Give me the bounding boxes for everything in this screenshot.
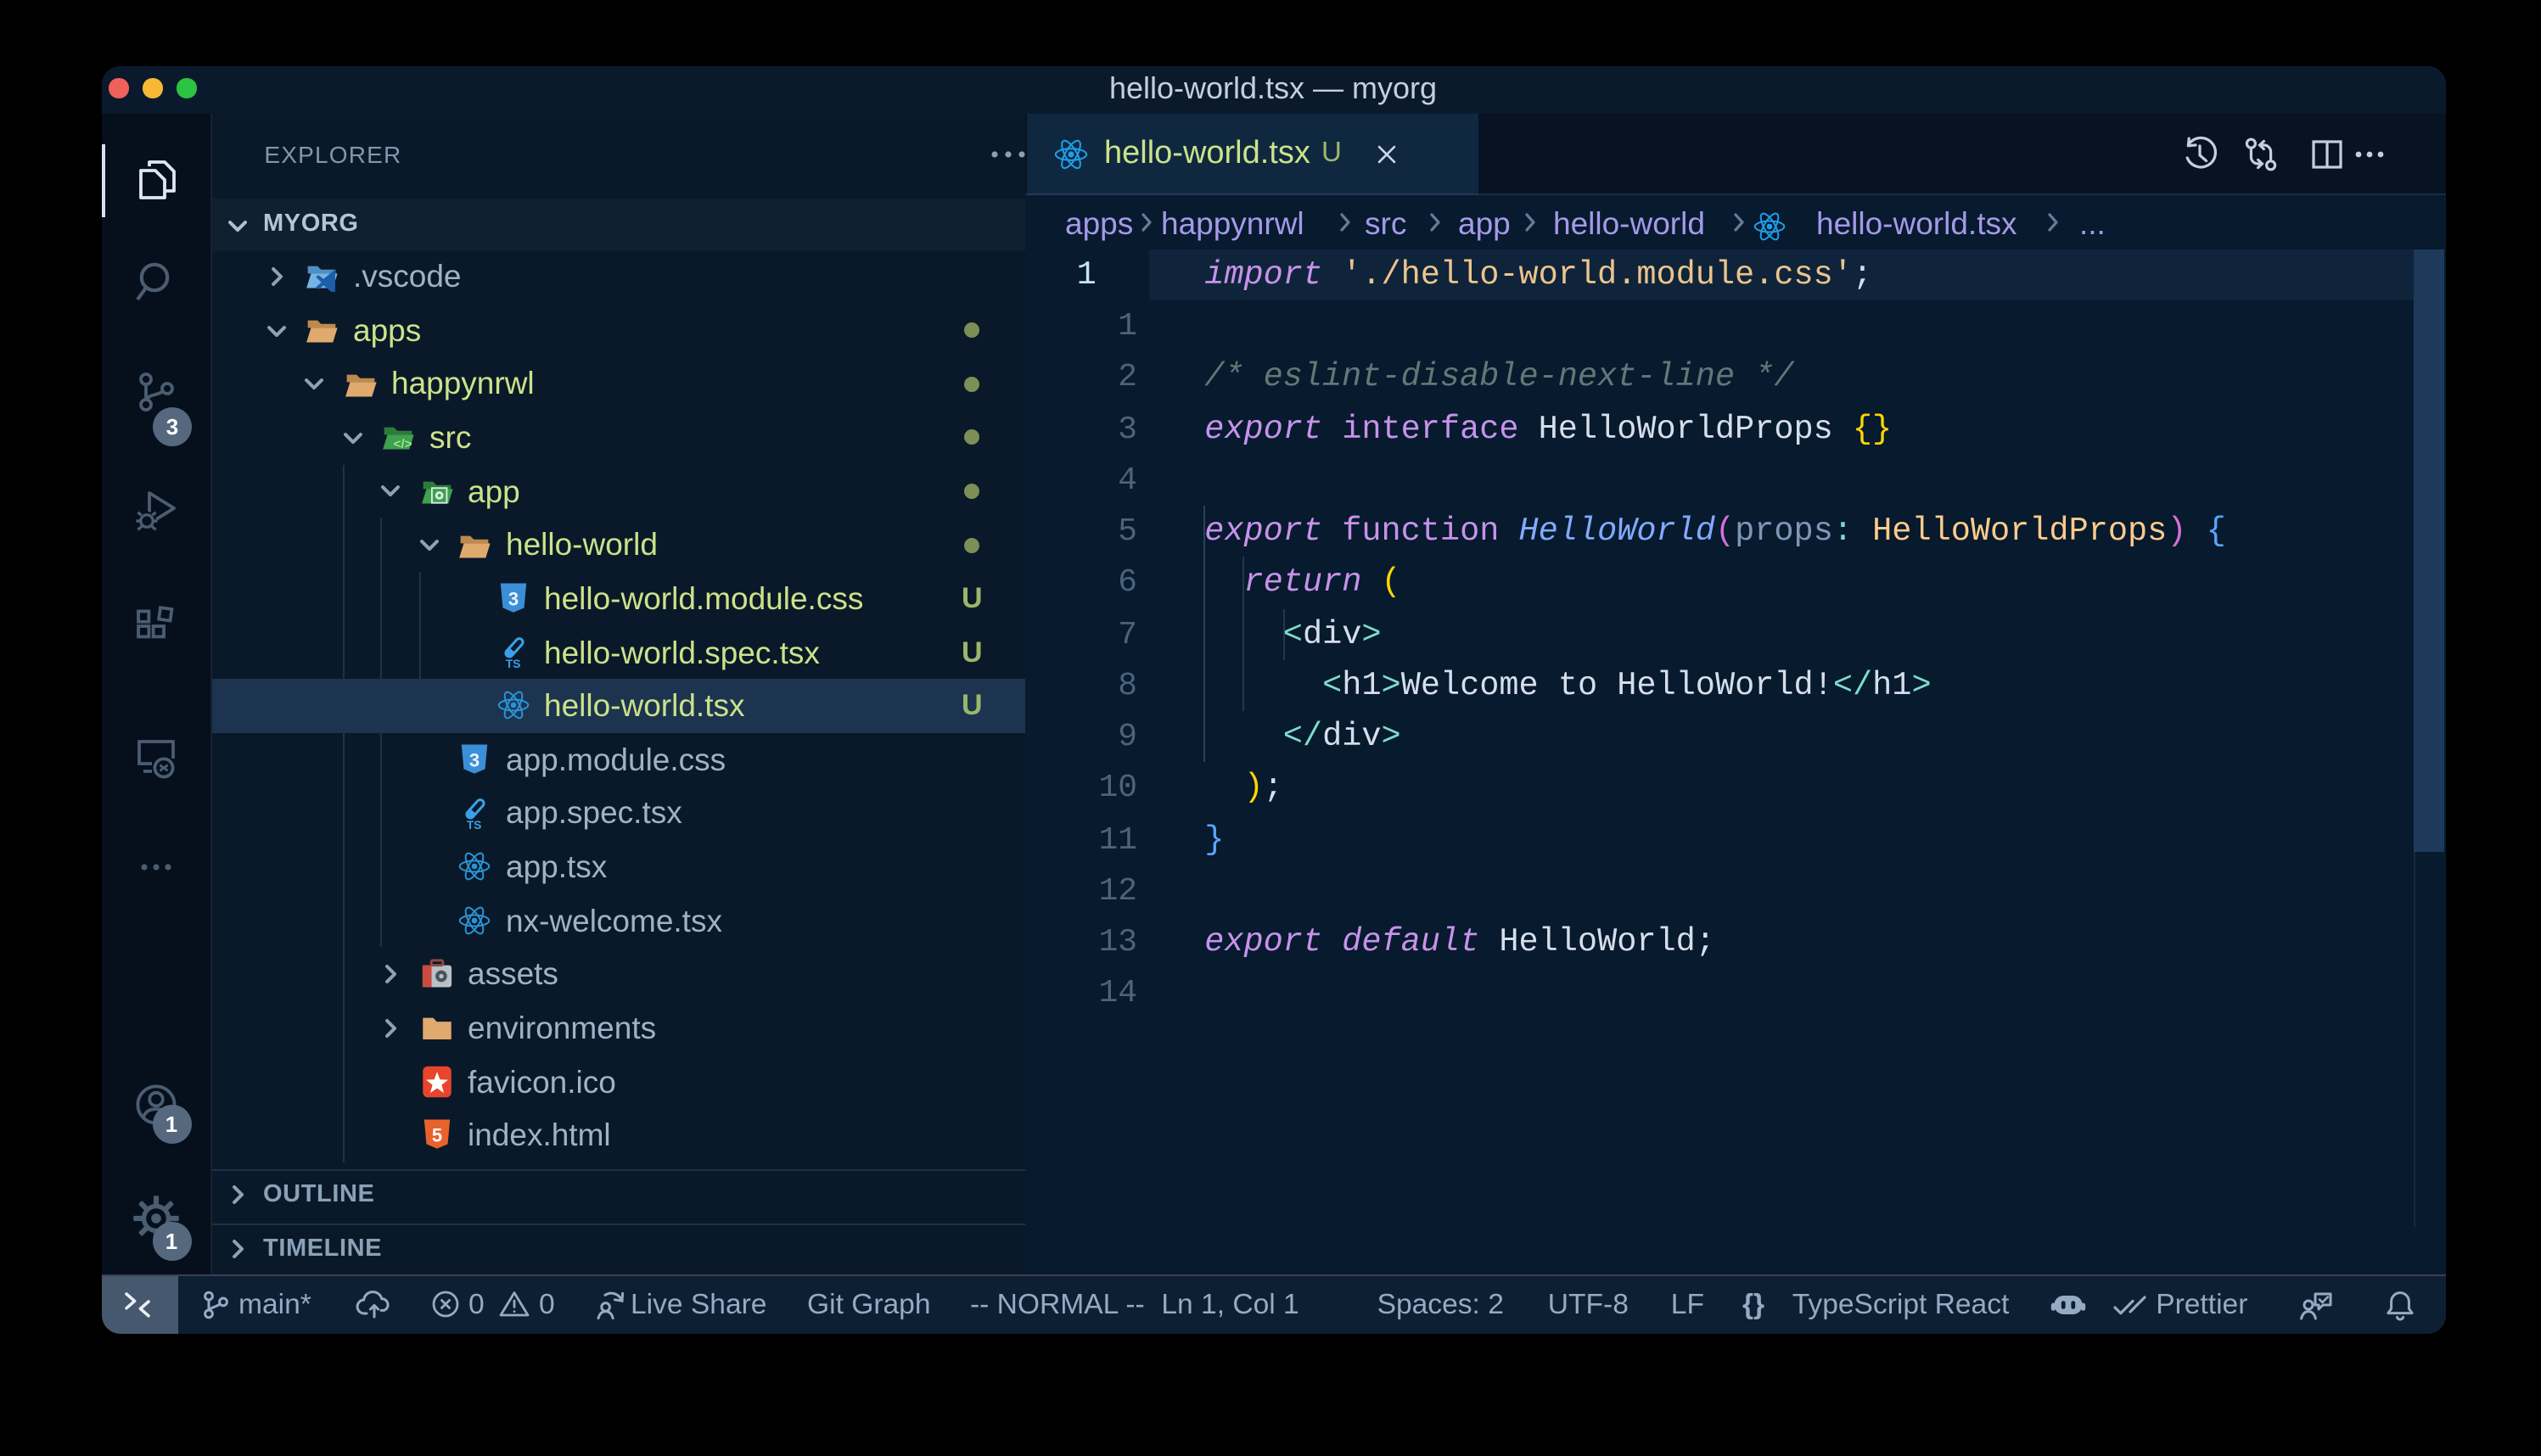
svg-text:TS: TS (505, 658, 519, 669)
svg-text:TS: TS (467, 819, 481, 830)
svg-text:5: 5 (431, 1125, 441, 1146)
svg-text:</>: </> (394, 438, 412, 452)
svg-text:3: 3 (469, 749, 480, 770)
svg-text:3: 3 (508, 589, 518, 610)
